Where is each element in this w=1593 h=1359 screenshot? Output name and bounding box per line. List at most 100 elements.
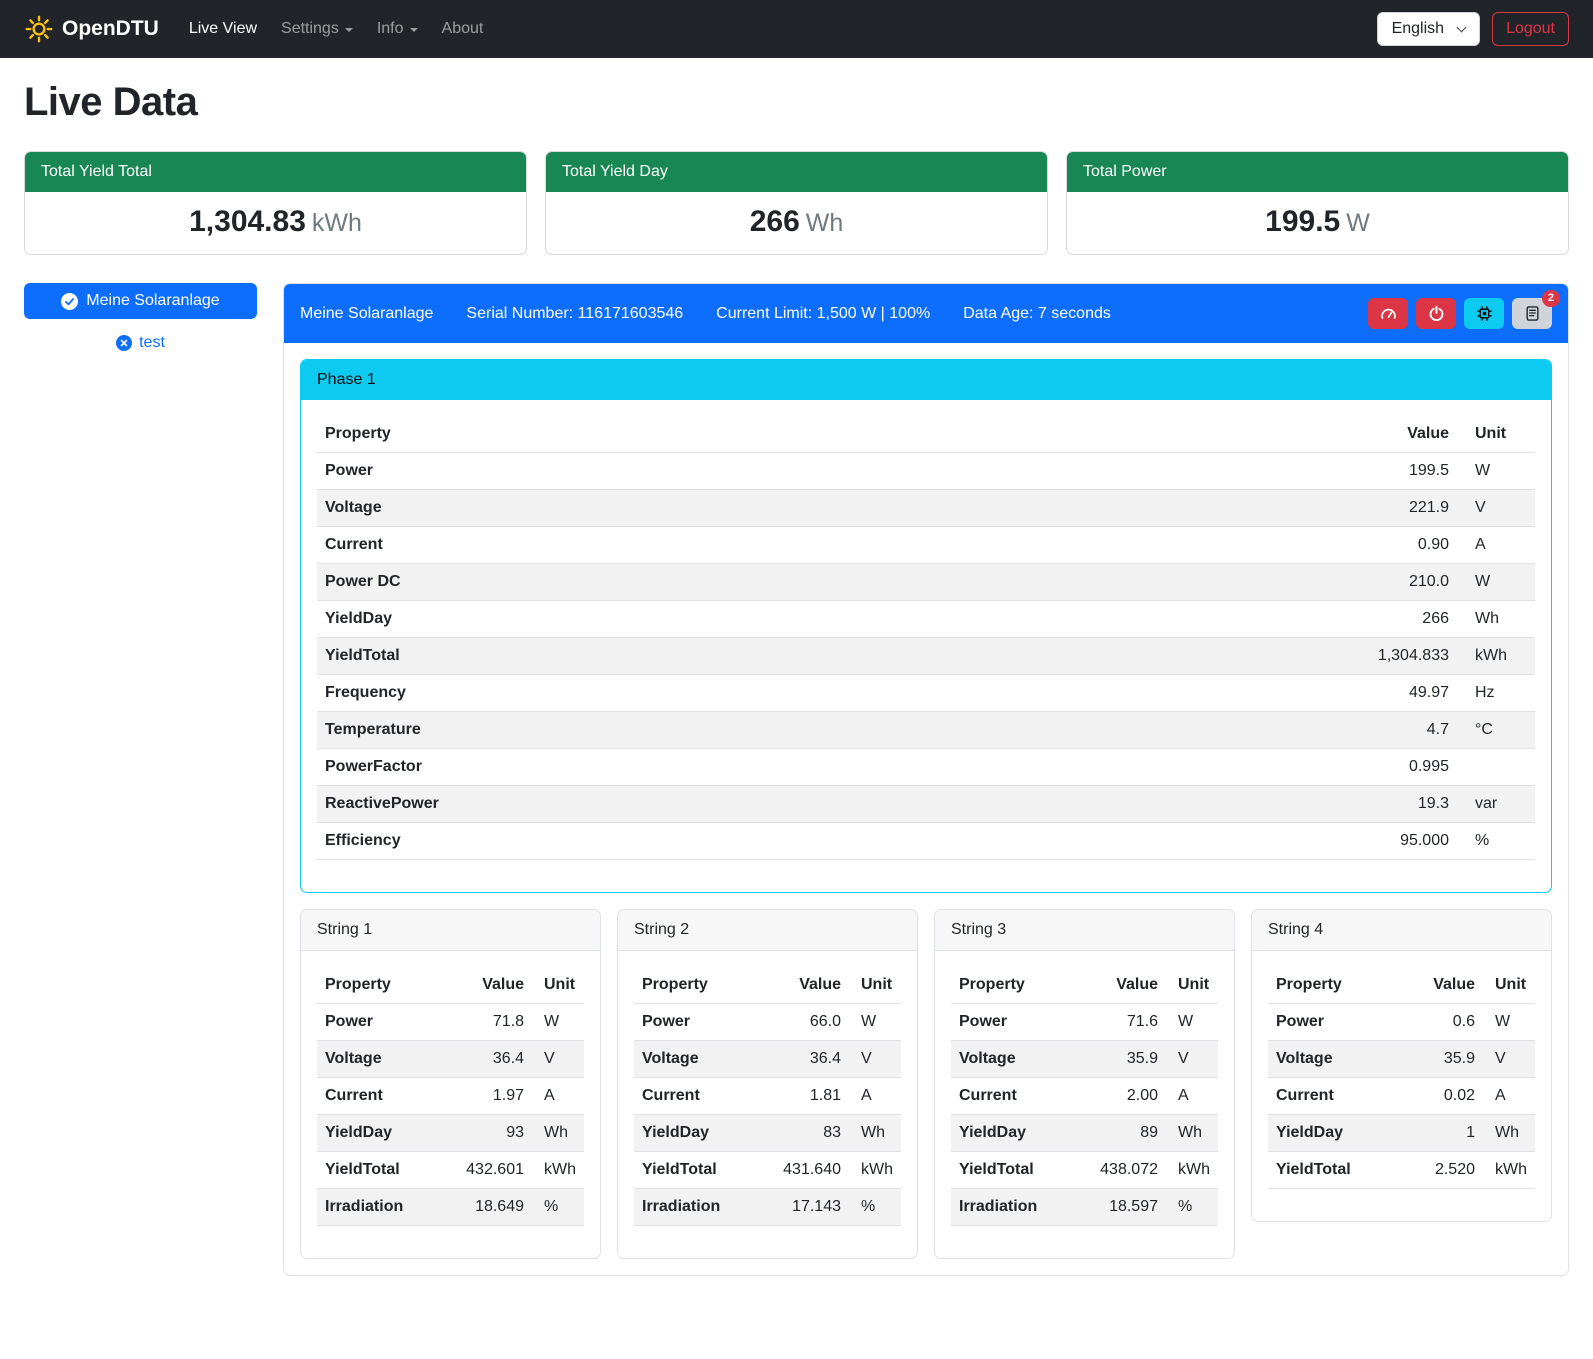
property-cell: Irradiation (634, 1189, 773, 1226)
value-cell: 83 (773, 1115, 849, 1152)
unit-cell: W (1457, 564, 1535, 601)
column-header-unit: Unit (849, 967, 901, 1004)
value-cell: 221.9 (999, 490, 1457, 527)
logout-button[interactable]: Logout (1492, 12, 1569, 46)
value-cell: 95.000 (999, 823, 1457, 860)
property-cell: Power (634, 1004, 773, 1041)
inverter-card-header: Meine Solaranlage Serial Number: 1161716… (284, 284, 1568, 343)
table-row: YieldTotal 1,304.833 kWh (317, 638, 1535, 675)
summary-card-title: Total Yield Total (25, 152, 526, 192)
unit-cell: % (1166, 1189, 1218, 1226)
string-table: Property Value Unit Power (317, 967, 584, 1226)
table-row: Power DC 210.0 W (317, 564, 1535, 601)
sidebar-item-test[interactable]: test (24, 334, 257, 352)
value-cell: 1,304.833 (999, 638, 1457, 675)
summary-card-title: Total Power (1067, 152, 1568, 192)
value-cell: 2.00 (1090, 1078, 1166, 1115)
value-cell: 17.143 (773, 1189, 849, 1226)
limit-settings-button[interactable] (1368, 298, 1408, 329)
unit-cell: Wh (1457, 601, 1535, 638)
value-cell: 438.072 (1090, 1152, 1166, 1189)
nav-about[interactable]: About (430, 12, 496, 46)
string-card-title: String 1 (301, 910, 600, 951)
column-header-unit: Unit (532, 967, 584, 1004)
power-button[interactable] (1416, 298, 1456, 329)
sidebar-item-meine-solaranlage[interactable]: Meine Solaranlage (24, 283, 257, 319)
property-cell: Temperature (317, 712, 999, 749)
table-row: Power 0.6 W (1268, 1004, 1535, 1041)
value-cell: 35.9 (1407, 1041, 1483, 1078)
property-cell: Irradiation (317, 1189, 456, 1226)
string-card-4: String 4 Property Value Unit (1251, 909, 1552, 1222)
unit-cell: kWh (1166, 1152, 1218, 1189)
column-header-property: Property (317, 967, 456, 1004)
nav-info[interactable]: Info (365, 12, 430, 46)
property-cell: Voltage (317, 490, 999, 527)
table-header-row: Property Value Unit (317, 416, 1535, 453)
value-cell: 199.5 (999, 453, 1457, 490)
journal-icon (1524, 305, 1541, 322)
value-cell: 66.0 (773, 1004, 849, 1041)
unit-cell: W (849, 1004, 901, 1041)
property-cell: Power (317, 1004, 456, 1041)
event-log-button[interactable]: 2 (1512, 298, 1552, 329)
column-header-unit: Unit (1457, 416, 1535, 453)
property-cell: Current (951, 1078, 1090, 1115)
column-header-value: Value (1090, 967, 1166, 1004)
table-header-row: Property Value Unit (1268, 967, 1535, 1004)
property-cell: Current (317, 527, 999, 564)
table-row: Voltage 36.4 V (317, 1041, 584, 1078)
value-cell: 93 (456, 1115, 532, 1152)
unit-cell: V (1457, 490, 1535, 527)
table-row: YieldDay 83 Wh (634, 1115, 901, 1152)
table-row: Temperature 4.7 °C (317, 712, 1535, 749)
unit-cell: W (1457, 453, 1535, 490)
property-cell: Power (317, 453, 999, 490)
brand-label: OpenDTU (62, 17, 159, 41)
unit-cell: °C (1457, 712, 1535, 749)
language-select[interactable]: English (1377, 12, 1480, 46)
device-info-button[interactable] (1464, 298, 1504, 329)
x-circle-icon (116, 335, 132, 351)
value-cell: 18.649 (456, 1189, 532, 1226)
sidebar-item-label: test (139, 334, 165, 352)
unit-cell: A (849, 1078, 901, 1115)
inverter-limit: Current Limit: 1,500 W | 100% (716, 305, 930, 323)
table-header-row: Property Value Unit (951, 967, 1218, 1004)
value-cell: 0.995 (999, 749, 1457, 786)
sun-logo-icon (24, 14, 54, 44)
unit-cell: A (1166, 1078, 1218, 1115)
value-cell: 210.0 (999, 564, 1457, 601)
string-table: Property Value Unit Power (1268, 967, 1535, 1189)
value-cell: 1 (1407, 1115, 1483, 1152)
property-cell: PowerFactor (317, 749, 999, 786)
nav-settings[interactable]: Settings (269, 12, 365, 46)
property-cell: Voltage (951, 1041, 1090, 1078)
string-table: Property Value Unit Power (634, 967, 901, 1226)
column-header-unit: Unit (1483, 967, 1535, 1004)
property-cell: YieldTotal (634, 1152, 773, 1189)
value-cell: 0.90 (999, 527, 1457, 564)
brand-link[interactable]: OpenDTU (24, 14, 159, 44)
property-cell: Power (1268, 1004, 1407, 1041)
power-icon (1428, 305, 1445, 322)
nav-settings-label: Settings (281, 20, 339, 38)
nav-live-view[interactable]: Live View (177, 12, 269, 46)
table-row: Voltage 35.9 V (951, 1041, 1218, 1078)
table-header-row: Property Value Unit (634, 967, 901, 1004)
table-row: YieldDay 89 Wh (951, 1115, 1218, 1152)
summary-card: Total Yield Day 266Wh (545, 151, 1048, 255)
table-row: YieldDay 266 Wh (317, 601, 1535, 638)
table-row: Power 71.6 W (951, 1004, 1218, 1041)
phase-card: Phase 1 Property Value Unit (300, 359, 1552, 893)
unit-cell: % (1457, 823, 1535, 860)
summary-card-unit: W (1346, 209, 1370, 237)
property-cell: Frequency (317, 675, 999, 712)
value-cell: 266 (999, 601, 1457, 638)
value-cell: 1.81 (773, 1078, 849, 1115)
property-cell: Current (317, 1078, 456, 1115)
cpu-icon (1476, 305, 1493, 322)
value-cell: 432.601 (456, 1152, 532, 1189)
inverter-name: Meine Solaranlage (300, 305, 433, 323)
chevron-down-icon (410, 28, 418, 32)
